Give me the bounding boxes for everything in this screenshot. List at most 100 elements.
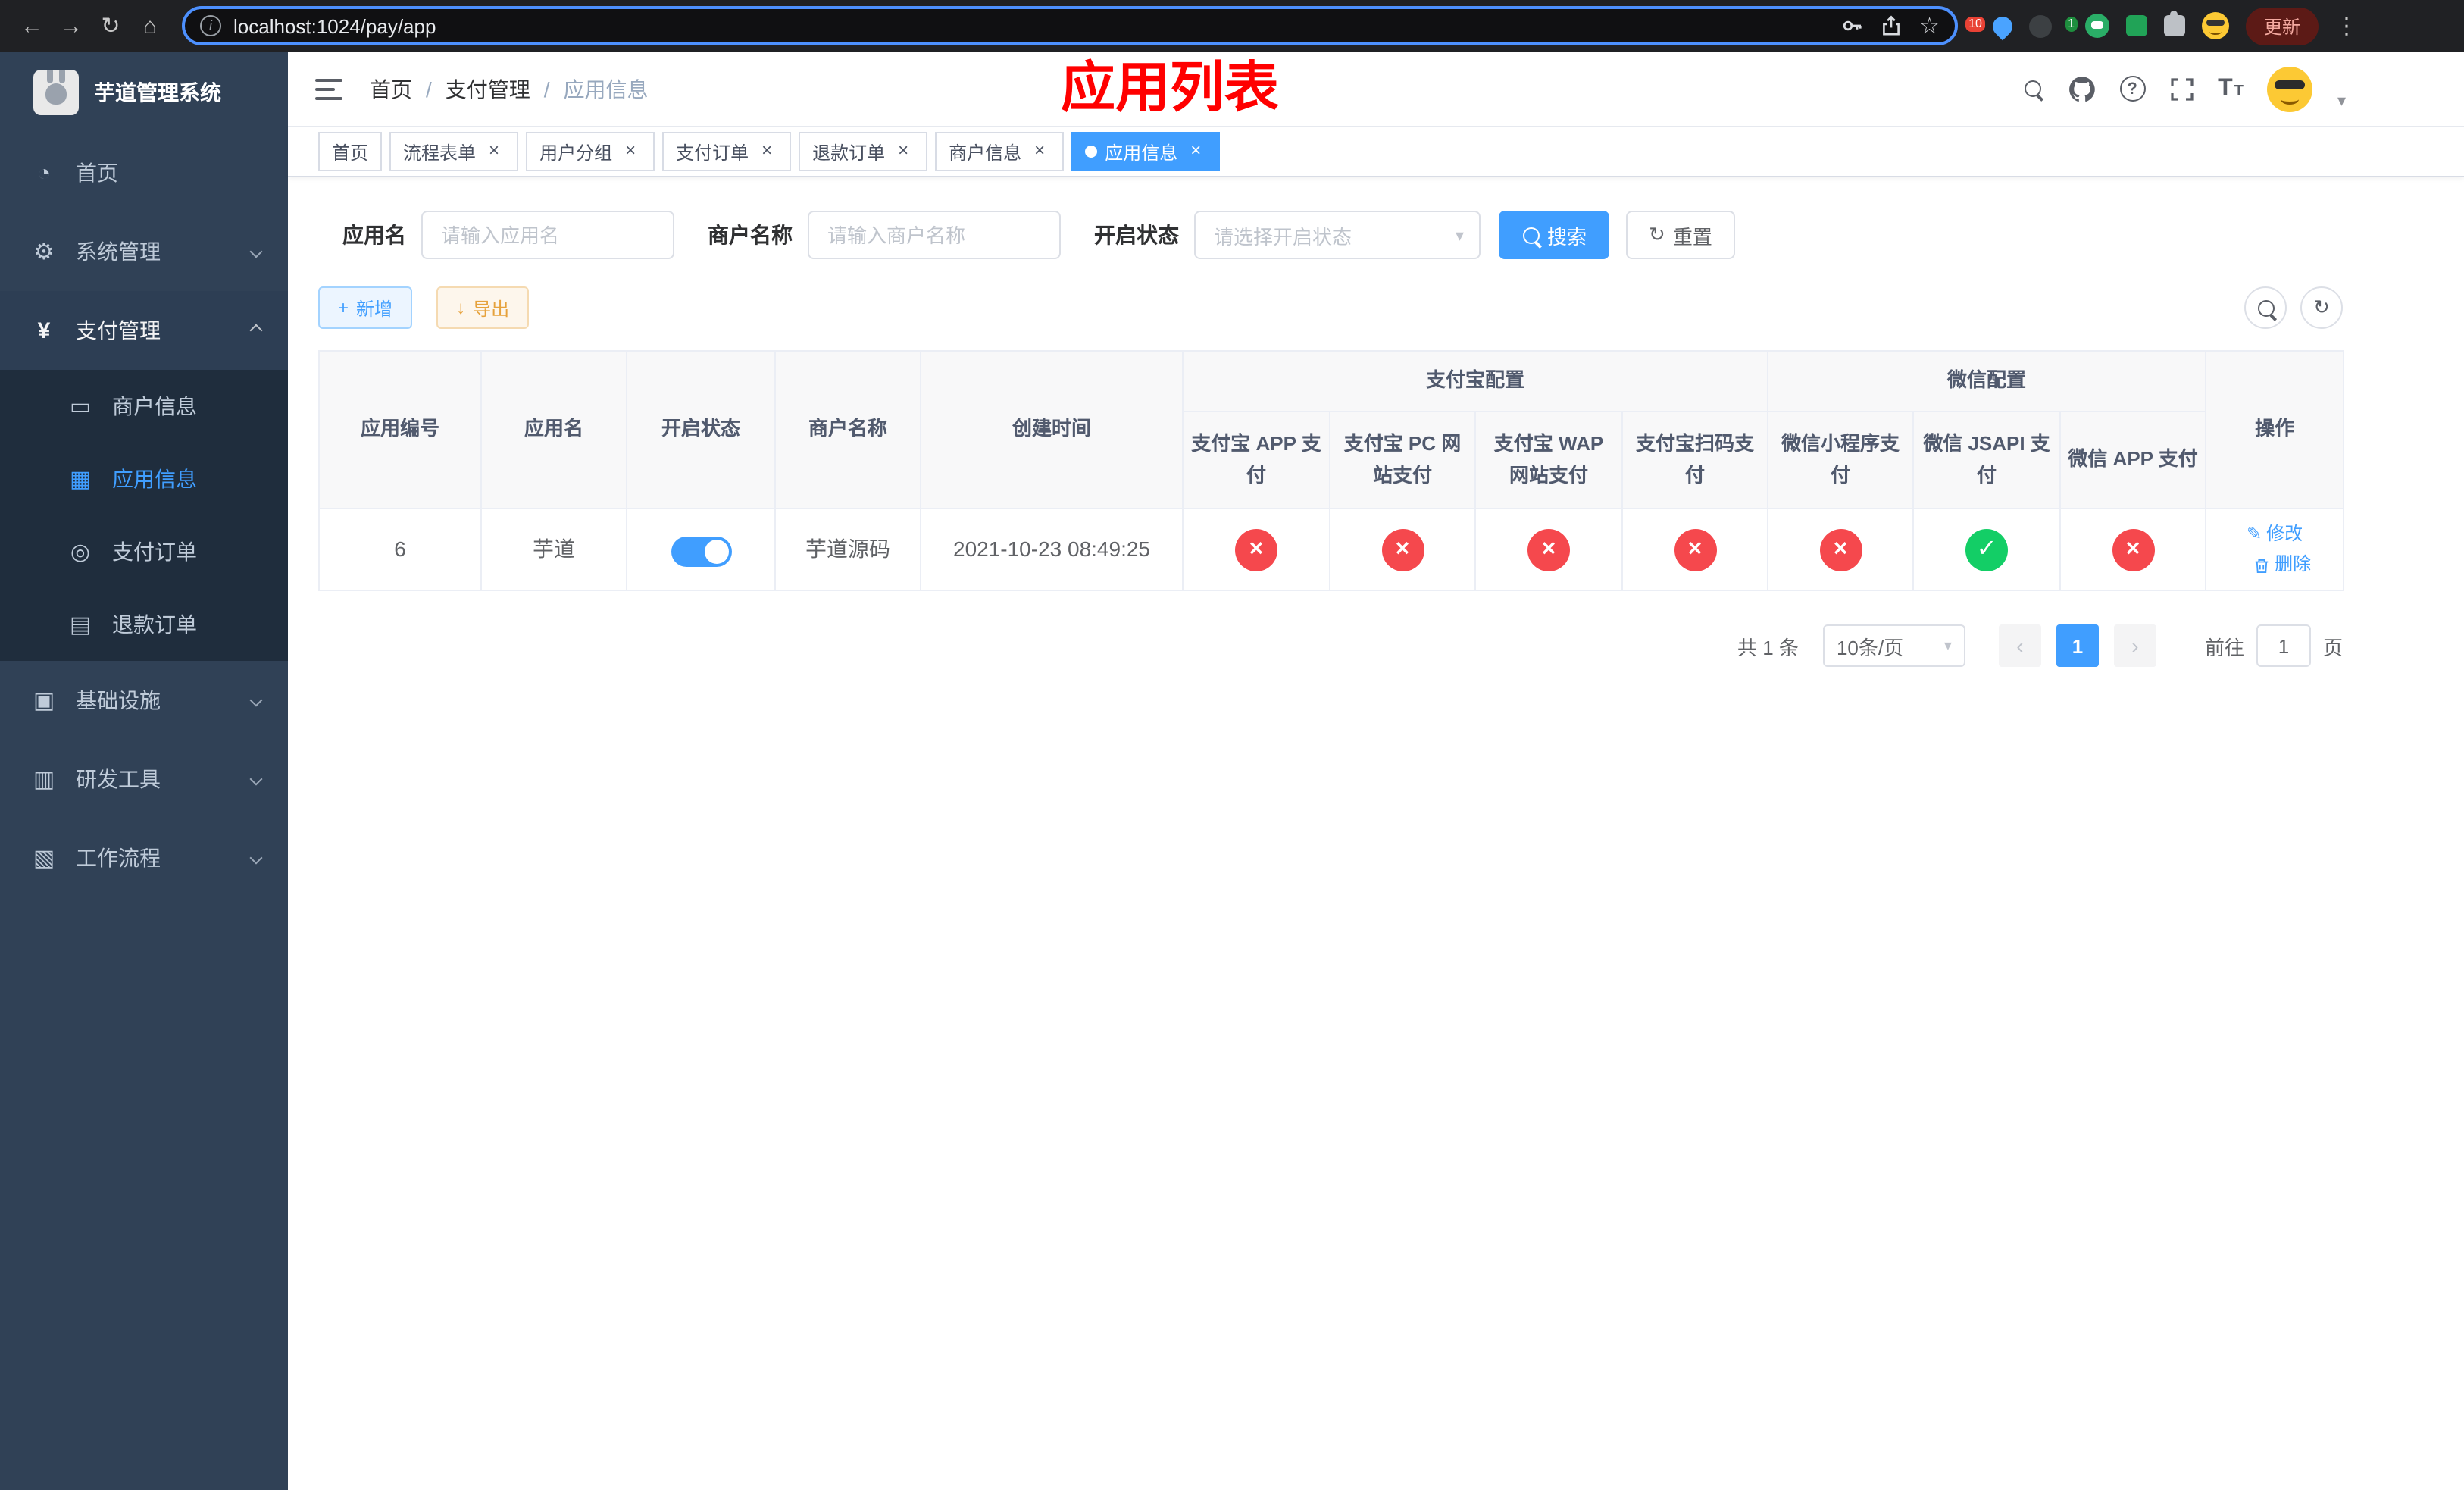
close-icon[interactable]: × [893, 140, 914, 162]
col-header-name: 应用名 [480, 350, 627, 509]
sidebar-item-home[interactable]: ◔ 首页 [0, 133, 288, 212]
browser-menu-icon[interactable]: ⋮ [2335, 12, 2358, 39]
close-icon[interactable]: × [620, 140, 641, 162]
card-icon: ▭ [69, 394, 92, 420]
address-bar[interactable]: i localhost:1024/pay/app ☆ [182, 6, 1958, 45]
collapse-sidebar-icon[interactable] [315, 78, 342, 99]
pagination: 共 1 条 10条/页 ▾ ‹ 1 › 前往 页 [318, 624, 2343, 667]
tab-process-form[interactable]: 流程表单 × [389, 132, 519, 171]
tab-app-info[interactable]: 应用信息 × [1071, 132, 1221, 171]
page-unit-label: 页 [2322, 636, 2343, 659]
merchant-name-label: 商户名称 [708, 223, 793, 247]
app-name-label: 应用名 [342, 223, 406, 247]
search-button[interactable]: 搜索 [1499, 211, 1610, 259]
goto-page-input[interactable] [2256, 624, 2311, 667]
browser-chrome: ← → ↻ ⌂ i localhost:1024/pay/app ☆ 10 1 [0, 0, 2464, 52]
sidebar-item-system[interactable]: ⚙ 系统管理 [0, 212, 288, 291]
sidebar-item-app-info[interactable]: ▦ 应用信息 [0, 443, 288, 515]
sidebar-item-label: 工作流程 [76, 846, 161, 870]
forward-icon[interactable]: → [52, 6, 91, 45]
tab-merchant-info[interactable]: 商户信息 × [935, 132, 1065, 171]
edit-link[interactable]: ✎ 修改 [2247, 520, 2303, 549]
col-header-alipay-qr: 支付宝扫码支付 [1621, 411, 1769, 509]
reset-button[interactable]: ↻ 重置 [1626, 211, 1735, 259]
reload-icon[interactable]: ↻ [91, 6, 130, 45]
cell-created: 2021-10-23 08:49:25 [920, 508, 1184, 591]
extension-drop-icon[interactable] [1988, 11, 2017, 40]
toggle-search-button[interactable] [2244, 286, 2287, 329]
status-toggle[interactable] [671, 536, 731, 567]
back-icon[interactable]: ← [12, 6, 52, 45]
github-icon[interactable] [2068, 75, 2095, 102]
active-dot-icon [1085, 146, 1098, 158]
user-avatar[interactable] [2267, 66, 2313, 111]
prev-page-button[interactable]: ‹ [1998, 624, 2041, 667]
share-icon[interactable] [1880, 15, 1901, 36]
trash-icon [2255, 559, 2269, 572]
breadcrumb-home[interactable]: 首页 [370, 74, 412, 104]
extension-dark-icon[interactable] [2028, 14, 2052, 37]
plus-icon: + [338, 297, 349, 318]
fullscreen-icon[interactable] [2169, 77, 2194, 101]
status-icon: × [1381, 528, 1424, 571]
extension-badge: 10 [1965, 17, 1985, 32]
app-table: 应用编号 应用名 开启状态 商户名称 创建时间 支付宝配置 微信配置 操作 支付… [318, 350, 2345, 591]
chevron-down-icon [249, 851, 263, 865]
sidebar-item-payment[interactable]: ¥ 支付管理 [0, 291, 288, 370]
close-icon[interactable]: × [1185, 140, 1206, 162]
extension-green-icon[interactable] [2125, 15, 2147, 36]
url-text[interactable]: localhost:1024/pay/app [233, 14, 436, 37]
close-icon[interactable]: × [756, 140, 777, 162]
extension-wechat-icon[interactable] [2084, 14, 2109, 38]
cell-wx-lite: × [1767, 508, 1915, 591]
toolbar: + 新增 ↓ 导出 ↻ [318, 286, 2343, 329]
bookmark-star-icon[interactable]: ☆ [1919, 12, 1940, 39]
avatar-caret-icon[interactable]: ▾ [2337, 91, 2346, 111]
add-button[interactable]: + 新增 [318, 286, 413, 329]
help-icon[interactable]: ? [2119, 76, 2146, 102]
sidebar-item-merchant-info[interactable]: ▭ 商户信息 [0, 370, 288, 443]
merchant-name-input[interactable] [808, 211, 1061, 259]
sidebar-item-dev-tools[interactable]: ▥ 研发工具 [0, 740, 288, 819]
edit-icon: ✎ [2247, 523, 2262, 545]
sidebar-logo[interactable]: 芋道管理系统 [0, 52, 288, 133]
sidebar-item-workflow[interactable]: ▧ 工作流程 [0, 819, 288, 897]
page-size-select[interactable]: 10条/页 ▾ [1822, 624, 1965, 667]
home-icon[interactable]: ⌂ [130, 6, 170, 45]
chevron-down-icon [249, 693, 263, 707]
profile-avatar-icon[interactable] [2201, 12, 2229, 39]
refresh-table-button[interactable]: ↻ [2300, 286, 2343, 329]
cell-op: ✎ 修改 删除 [2205, 508, 2345, 591]
page-number-button[interactable]: 1 [2056, 624, 2099, 667]
password-key-icon[interactable] [1840, 15, 1862, 36]
next-page-button[interactable]: › [2113, 624, 2156, 667]
col-header-created: 创建时间 [920, 350, 1184, 509]
status-icon: × [1819, 528, 1862, 571]
table-row: 6 芋道 芋道源码 2021-10-23 08:49:25 × × × × × … [318, 508, 2345, 591]
close-icon[interactable]: × [1029, 140, 1050, 162]
sidebar-item-infra[interactable]: ▣ 基础设施 [0, 661, 288, 740]
sidebar-item-pay-orders[interactable]: ◎ 支付订单 [0, 515, 288, 588]
top-navbar: 首页 / 支付管理 / 应用信息 ? TT ▾ [288, 52, 2464, 127]
app-name-input[interactable] [421, 211, 674, 259]
extensions-puzzle-icon[interactable] [2163, 11, 2185, 36]
sidebar-item-label: 商户信息 [112, 394, 197, 418]
chevron-down-icon: ▾ [1943, 637, 1952, 654]
search-icon[interactable] [2022, 78, 2043, 99]
tab-refund-orders[interactable]: 退款订单 × [799, 132, 928, 171]
col-header-op: 操作 [2205, 350, 2345, 509]
flow-icon: ▧ [33, 846, 55, 872]
tab-home[interactable]: 首页 [318, 132, 383, 171]
font-size-icon[interactable]: TT [2218, 75, 2244, 102]
sidebar-item-refund-orders[interactable]: ▤ 退款订单 [0, 588, 288, 661]
status-select[interactable]: 请选择开启状态 ▾ [1194, 211, 1481, 259]
tab-pay-orders[interactable]: 支付订单 × [662, 132, 792, 171]
breadcrumb-payment[interactable]: 支付管理 [446, 74, 530, 104]
tab-user-group[interactable]: 用户分组 × [526, 132, 655, 171]
delete-link[interactable]: 删除 [2253, 551, 2311, 580]
col-header-alipay-wap: 支付宝 WAP 网站支付 [1474, 411, 1623, 509]
site-info-icon[interactable]: i [200, 15, 221, 36]
browser-update-button[interactable]: 更新 [2245, 7, 2319, 45]
close-icon[interactable]: × [483, 140, 505, 162]
export-button[interactable]: ↓ 导出 [436, 286, 530, 329]
